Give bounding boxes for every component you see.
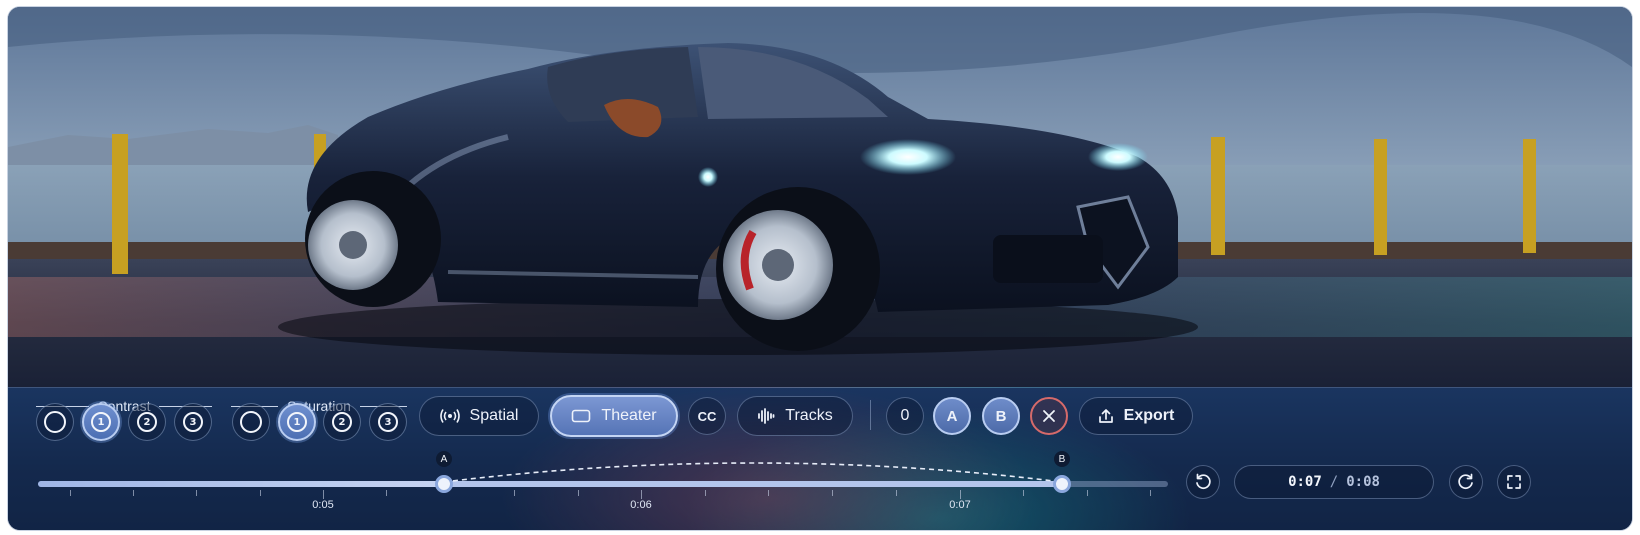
contrast-option-1[interactable]: 1 — [82, 403, 120, 441]
fullscreen-button[interactable] — [1497, 465, 1531, 499]
time-display: 0:07 / 0:08 — [1234, 465, 1434, 499]
rotate-left-icon — [1196, 473, 1211, 490]
marker-b-handle[interactable] — [1053, 475, 1071, 493]
timeline-tick — [514, 490, 515, 496]
timeline-tick — [578, 490, 579, 496]
number-1-icon: 1 — [287, 412, 307, 432]
timeline-tick — [1150, 490, 1151, 496]
upload-icon — [1098, 409, 1113, 423]
marker-a-label: A — [436, 451, 452, 467]
saturation-option-1[interactable]: 1 — [278, 403, 316, 441]
saturation-option-2[interactable]: 2 — [323, 403, 361, 441]
broadcast-icon — [439, 409, 460, 423]
circle-icon — [240, 411, 262, 433]
set-point-a-button[interactable]: A — [933, 397, 971, 435]
number-1-icon: 1 — [91, 412, 111, 432]
spatial-button[interactable]: Spatial — [419, 396, 539, 436]
video-player: Contrast 1 2 3 Saturation 1 2 3 Spatial — [8, 7, 1632, 530]
timeline-label: 0:05 — [312, 499, 334, 511]
timeline-tick-major — [641, 490, 642, 499]
marker-a-handle[interactable] — [435, 475, 453, 493]
circle-icon — [44, 411, 66, 433]
rotate-right-icon — [1458, 473, 1473, 490]
spatial-label: Spatial — [469, 407, 519, 424]
toolbar-divider — [870, 400, 871, 430]
tracks-label: Tracks — [785, 407, 833, 424]
timeline-tick — [1087, 490, 1088, 496]
fullscreen-icon — [1507, 475, 1521, 489]
number-3-icon: 3 — [183, 412, 203, 432]
loop-count-value: 0 — [900, 407, 910, 424]
loop-count-button[interactable]: 0 — [886, 397, 924, 435]
contrast-option-off[interactable] — [36, 403, 74, 441]
timeline-tick — [386, 490, 387, 496]
marker-b-label: B — [1054, 451, 1070, 467]
close-icon — [1043, 410, 1055, 422]
clear-loop-button[interactable] — [1030, 397, 1068, 435]
control-bar: Contrast 1 2 3 Saturation 1 2 3 Spatial — [8, 387, 1632, 530]
loop-arc — [444, 462, 1063, 483]
captions-button[interactable]: CC — [688, 397, 726, 435]
point-a-label: A — [946, 407, 958, 425]
timeline-tick — [260, 490, 261, 496]
timeline-tick — [196, 490, 197, 496]
rewind-button[interactable] — [1186, 465, 1220, 499]
number-3-icon: 3 — [378, 412, 398, 432]
timeline-tick — [896, 490, 897, 496]
video-frame[interactable] — [8, 7, 1632, 387]
forward-button[interactable] — [1449, 465, 1483, 499]
saturation-option-off[interactable] — [232, 403, 270, 441]
theater-label: Theater — [601, 407, 657, 424]
set-point-b-button[interactable]: B — [982, 397, 1020, 435]
timeline-tick — [1023, 490, 1024, 496]
timeline-tick-major — [960, 490, 961, 499]
theater-button[interactable]: Theater — [550, 395, 678, 437]
timeline-progress — [38, 481, 444, 487]
export-button[interactable]: Export — [1079, 397, 1193, 435]
point-b-label: B — [995, 407, 1007, 425]
theater-rect-icon — [572, 409, 591, 423]
timeline-tick-major — [323, 490, 324, 499]
timeline-label: 0:07 — [949, 499, 971, 511]
timeline-tick — [768, 490, 769, 496]
number-2-icon: 2 — [137, 412, 157, 432]
contrast-option-3[interactable]: 3 — [174, 403, 212, 441]
number-2-icon: 2 — [332, 412, 352, 432]
timeline-tick — [705, 490, 706, 496]
waveform-icon — [758, 408, 775, 424]
current-time: 0:07 — [1288, 474, 1322, 490]
cc-label: CC — [697, 408, 717, 424]
timeline-tick — [832, 490, 833, 496]
timeline-tick — [133, 490, 134, 496]
saturation-option-3[interactable]: 3 — [369, 403, 407, 441]
duration: 0:08 — [1346, 474, 1380, 490]
timeline-label: 0:06 — [630, 499, 652, 511]
tracks-button[interactable]: Tracks — [737, 396, 853, 436]
contrast-option-2[interactable]: 2 — [128, 403, 166, 441]
timeline-tick — [70, 490, 71, 496]
time-separator: / — [1329, 474, 1339, 490]
export-label: Export — [1123, 407, 1175, 424]
